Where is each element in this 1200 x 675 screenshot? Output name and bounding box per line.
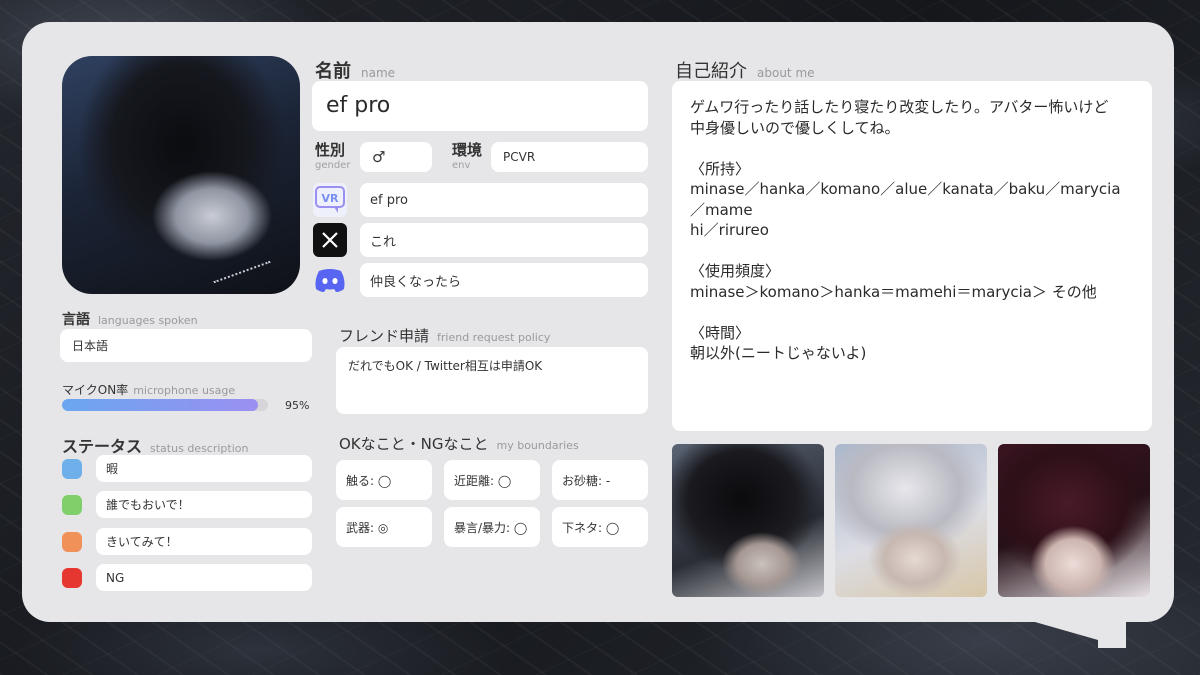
friend-label: フレンド申請	[339, 327, 430, 345]
friend-policy-field[interactable]: だれでもOK / Twitter相互は申請OK	[336, 347, 648, 414]
env-value: PCVR	[503, 150, 536, 164]
boundary-item[interactable]: 触る: ◯	[336, 460, 432, 500]
boundary-item[interactable]: 近距離: ◯	[444, 460, 540, 500]
language-value: 日本語	[72, 339, 109, 353]
name-heading: 名前 name	[315, 57, 395, 83]
avatar-thumbnail-3	[998, 444, 1150, 597]
svg-text:VR: VR	[322, 192, 340, 205]
status-item-text: きいてみて！	[106, 535, 178, 549]
name-label: 名前	[315, 61, 351, 82]
vrchat-account-field[interactable]: ef pro	[360, 183, 648, 217]
gender-label: 性別	[315, 141, 346, 159]
x-account-value: これ	[370, 234, 397, 250]
language-label-en: languages spoken	[98, 314, 198, 327]
name-value: ef pro	[326, 93, 391, 118]
status-heading: ステータス status description	[62, 433, 248, 457]
mic-label: マイクON率	[62, 383, 129, 397]
mic-usage-fill	[62, 399, 258, 411]
boundary-item[interactable]: お砂糖: -	[552, 460, 648, 500]
discord-icon	[313, 263, 347, 297]
mic-label-en: microphone usage	[133, 384, 236, 397]
mic-percent: 95%	[285, 399, 310, 412]
env-field[interactable]: PCVR	[491, 142, 648, 172]
discord-account-field[interactable]: 仲良くなったら	[360, 263, 648, 297]
about-heading: 自己紹介 about me	[675, 57, 815, 83]
boundary-item[interactable]: 武器: ◎	[336, 507, 432, 547]
friend-label-en: friend request policy	[437, 331, 551, 344]
status-item[interactable]: NG	[96, 564, 312, 591]
language-field[interactable]: 日本語	[60, 329, 312, 362]
gender-value: ♂	[372, 148, 386, 166]
name-label-en: name	[361, 66, 396, 80]
language-heading: 言語 languages spoken	[62, 309, 198, 329]
status-color-dot	[62, 495, 82, 515]
status-item[interactable]: 暇	[96, 455, 312, 482]
about-text: ゲムワ行ったり話したり寝たり改変したり。アバター怖いけど 中身優しいので優しくし…	[690, 98, 1121, 362]
about-field[interactable]: ゲムワ行ったり話したり寝たり改変したり。アバター怖いけど 中身優しいので優しくし…	[672, 81, 1152, 431]
x-icon	[313, 223, 347, 257]
speech-tail-point	[1028, 620, 1126, 648]
friend-heading: フレンド申請 friend request policy	[339, 325, 550, 346]
vrchat-account-value: ef pro	[370, 192, 408, 208]
status-item-text: 誰でもおいで！	[106, 498, 190, 512]
about-label: 自己紹介	[675, 61, 747, 82]
name-field[interactable]: ef pro	[312, 81, 648, 131]
boundaries-label: OKなこと・NGなこと	[339, 435, 489, 453]
vrchat-icon: VR	[313, 183, 347, 217]
boundary-item-text: お砂糖: -	[562, 473, 611, 488]
boundary-item-text: 暴言/暴力: ◯	[454, 520, 528, 535]
gender-field[interactable]: ♂	[360, 142, 432, 172]
avatar-thumbnail-2	[835, 444, 987, 597]
friend-policy-value: だれでもOK / Twitter相互は申請OK	[348, 359, 543, 373]
status-item-text: 暇	[106, 462, 119, 476]
about-label-en: about me	[757, 66, 815, 80]
language-label: 言語	[62, 312, 90, 328]
boundary-item-text: 下ネタ: ◯	[562, 520, 620, 535]
status-label: ステータス	[62, 437, 143, 456]
gender-label-en: gender	[315, 160, 351, 171]
status-color-dot	[62, 532, 82, 552]
discord-account-value: 仲良くなったら	[370, 274, 462, 290]
mic-heading: マイクON率 microphone usage	[62, 379, 235, 398]
avatar-thumbnail-1	[672, 444, 824, 597]
boundary-item-text: 武器: ◎	[346, 520, 389, 535]
boundary-item-text: 近距離: ◯	[454, 473, 512, 488]
boundaries-label-en: my boundaries	[496, 439, 579, 452]
env-label: 環境	[452, 141, 483, 159]
status-color-dot	[62, 459, 82, 479]
boundary-item[interactable]: 暴言/暴力: ◯	[444, 507, 540, 547]
x-account-field[interactable]: これ	[360, 223, 648, 257]
gender-heading: 性別 gender	[315, 143, 350, 173]
status-item[interactable]: 誰でもおいで！	[96, 491, 312, 518]
mic-usage-bar	[62, 399, 268, 411]
boundary-item-text: 触る: ◯	[346, 473, 392, 488]
avatar-image	[62, 56, 300, 294]
status-label-en: status description	[150, 442, 249, 455]
status-item-text: NG	[106, 570, 125, 585]
avatar-chain-detail	[213, 260, 271, 284]
boundaries-heading: OKなこと・NGなこと my boundaries	[339, 433, 579, 454]
env-label-en: env	[452, 160, 471, 171]
boundary-item[interactable]: 下ネタ: ◯	[552, 507, 648, 547]
status-item[interactable]: きいてみて！	[96, 528, 312, 555]
env-heading: 環境 env	[452, 143, 482, 173]
status-color-dot	[62, 568, 82, 588]
